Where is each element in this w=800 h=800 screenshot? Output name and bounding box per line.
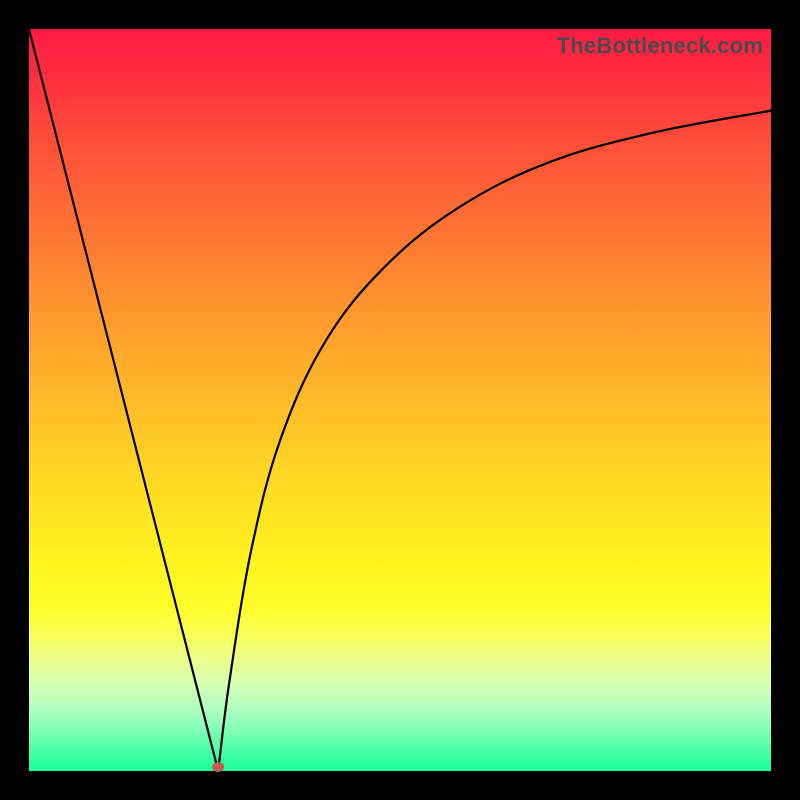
curve-left-branch [29,29,218,771]
curve-layer [29,29,771,771]
plot-area: TheBottleneck.com [29,29,771,771]
curve-right-branch [218,111,771,771]
minimum-marker [212,762,224,772]
chart-frame: TheBottleneck.com [0,0,800,800]
